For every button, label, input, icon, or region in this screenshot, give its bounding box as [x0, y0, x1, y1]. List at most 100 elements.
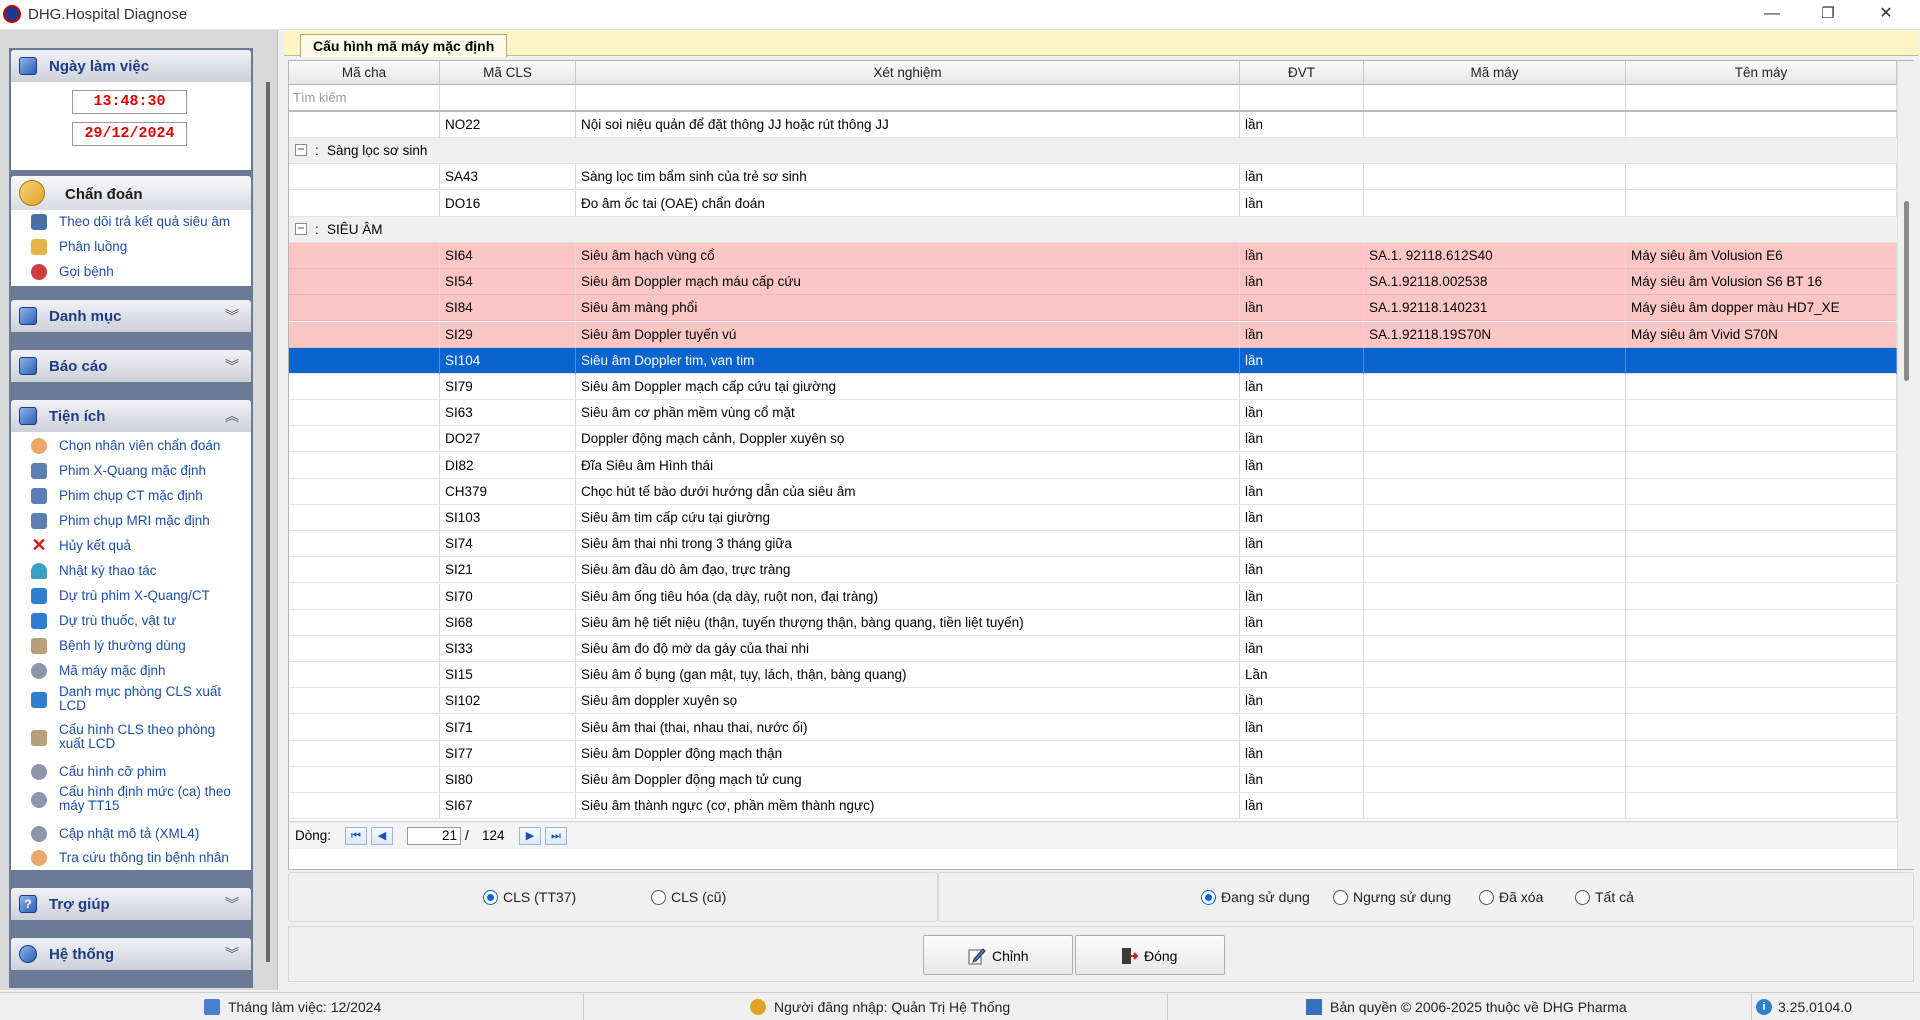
nav-common-diseases[interactable]: Bệnh lý thường dùng — [11, 634, 251, 658]
minimize-button[interactable]: — — [1744, 0, 1800, 30]
table-row[interactable]: SI70 Siêu âm ống tiêu hóa (dạ dày, ruột n… — [289, 583, 1897, 610]
nav-activity-log[interactable]: Nhật ký thao tác — [11, 559, 251, 583]
nav-call-patient[interactable]: Gọi bệnh — [11, 260, 251, 284]
cell-machine-name[interactable] — [1626, 714, 1897, 741]
tab-default-machine-config[interactable]: Cấu hình mã máy mặc định — [300, 34, 508, 57]
cell-parent-code[interactable] — [305, 190, 440, 217]
cell-unit[interactable]: lần — [1240, 636, 1364, 662]
cell-unit[interactable]: lần — [1240, 164, 1364, 191]
cell-unit[interactable]: lần — [1240, 688, 1364, 715]
first-page-button[interactable]: ⏮ — [345, 827, 367, 845]
cell-machine-name[interactable] — [1626, 452, 1897, 479]
cell-unit[interactable]: lần — [1240, 347, 1364, 374]
col-unit[interactable]: ĐVT — [1240, 61, 1364, 85]
cell-machine-name[interactable] — [1626, 374, 1897, 400]
search-input[interactable]: Tìm kiếm — [289, 85, 440, 110]
cell-unit[interactable]: lần — [1240, 531, 1364, 558]
cell-machine-name[interactable] — [1626, 688, 1897, 715]
group-catalog[interactable]: Danh mục ︾ — [11, 300, 251, 332]
table-row[interactable]: NO22 Nội soi niệu quản để đặt thông JJ ho… — [289, 112, 1897, 138]
cell-cls-code[interactable]: SA43 — [440, 164, 576, 191]
table-row[interactable]: SI67 Siêu âm thành ngực (cơ, phần mềm thà… — [289, 793, 1897, 819]
cell-unit[interactable]: lần — [1240, 452, 1364, 479]
cell-test-name[interactable]: Siêu âm hạch vùng cổ — [576, 243, 1240, 269]
cell-parent-code[interactable] — [305, 531, 440, 558]
cell-unit[interactable]: lần — [1240, 767, 1364, 793]
table-row[interactable]: SI15 Siêu âm ổ bụng (gan mật, tụy, lách, … — [289, 662, 1897, 689]
cell-parent-code[interactable] — [305, 426, 440, 453]
scrollbar-thumb[interactable] — [1904, 201, 1909, 381]
nav-reserve-film[interactable]: Dự trù phim X-Quang/CT — [11, 584, 251, 608]
cell-machine-name[interactable]: Máy siêu âm Volusion S6 BT 16 — [1626, 269, 1897, 296]
cell-cls-code[interactable]: DO27 — [440, 426, 576, 453]
cell-machine-code[interactable]: SA.1.92118.19S70N — [1364, 321, 1626, 348]
cell-parent-code[interactable] — [305, 452, 440, 479]
nav-cls-config-lcd[interactable]: Cấu hình CLS theo phòng xuất LCD — [11, 722, 251, 756]
cell-machine-name[interactable] — [1626, 426, 1897, 453]
filter-machine-code[interactable] — [1364, 85, 1626, 110]
cell-machine-name[interactable]: Máy siêu âm Vivid S70N — [1626, 321, 1897, 348]
prev-page-button[interactable]: ◀ — [371, 827, 393, 845]
last-page-button[interactable]: ⏭ — [545, 827, 567, 845]
cell-parent-code[interactable] — [305, 374, 440, 400]
group-diagnosis[interactable]: Chẩn đoán — [11, 176, 251, 210]
cell-test-name[interactable]: Siêu âm màng phổi — [576, 295, 1240, 322]
cell-parent-code[interactable] — [305, 557, 440, 584]
cell-cls-code[interactable]: SI71 — [440, 714, 576, 741]
cell-parent-code[interactable] — [305, 164, 440, 191]
cell-machine-code[interactable]: SA.1. 92118.612S40 — [1364, 243, 1626, 269]
cell-unit[interactable]: lần — [1240, 269, 1364, 296]
cell-unit[interactable]: lần — [1240, 505, 1364, 531]
cell-machine-code[interactable] — [1364, 452, 1626, 479]
table-row[interactable]: SI74 Siêu âm thai nhi trong 3 tháng giữa l… — [289, 531, 1897, 558]
cell-parent-code[interactable] — [305, 400, 440, 427]
nav-reserve-drugs[interactable]: Dự trù thuốc, vật tư — [11, 609, 251, 633]
table-row[interactable]: SI54 Siêu âm Doppler mạch máu cấp cứu lần S… — [289, 269, 1897, 296]
cell-machine-code[interactable] — [1364, 531, 1626, 558]
cell-test-name[interactable]: Siêu âm tim cấp cứu tại giường — [576, 505, 1240, 531]
cell-test-name[interactable]: Doppler động mạch cảnh, Doppler xuyên sọ — [576, 426, 1240, 453]
group-row[interactable]: −: Sàng lọc sơ sinh — [289, 138, 1897, 165]
cell-parent-code[interactable] — [305, 478, 440, 505]
cell-machine-name[interactable] — [1626, 740, 1897, 767]
table-row[interactable]: SI102 Siêu âm doppler xuyên sọ lần — [289, 688, 1897, 715]
cell-test-name[interactable]: Siêu âm Doppler tuyến vú — [576, 321, 1240, 348]
group-utilities[interactable]: Tiện ích ︽ — [11, 400, 251, 432]
cell-parent-code[interactable] — [305, 636, 440, 662]
close-window-button[interactable]: ✕ — [1858, 0, 1914, 30]
cell-cls-code[interactable]: NO22 — [440, 112, 576, 138]
cell-machine-code[interactable] — [1364, 505, 1626, 531]
cell-test-name[interactable]: Siêu âm Doppler mạch cấp cứu tại giường — [576, 374, 1240, 400]
collapse-icon[interactable]: − — [295, 222, 307, 235]
cell-machine-name[interactable]: Máy siêu âm Volusion E6 — [1626, 243, 1897, 269]
cell-test-name[interactable]: Siêu âm thai (thai, nhau thai, nước ối) — [576, 714, 1240, 741]
cell-machine-name[interactable] — [1626, 767, 1897, 793]
table-row[interactable]: SA43 Sàng lọc tim bẩm sinh của trẻ sơ sin… — [289, 164, 1897, 191]
cell-unit[interactable]: lần — [1240, 793, 1364, 819]
cell-machine-name[interactable] — [1626, 557, 1897, 584]
cell-machine-code[interactable] — [1364, 583, 1626, 610]
cell-unit[interactable]: lần — [1240, 714, 1364, 741]
filter-cls-code[interactable] — [440, 85, 576, 110]
cell-parent-code[interactable] — [305, 505, 440, 531]
group-report[interactable]: Báo cáo ︾ — [11, 350, 251, 382]
restore-button[interactable]: ❐ — [1800, 0, 1856, 30]
cell-cls-code[interactable]: SI29 — [440, 321, 576, 348]
cell-unit[interactable]: lần — [1240, 400, 1364, 427]
cell-parent-code[interactable] — [305, 269, 440, 296]
cell-machine-code[interactable] — [1364, 112, 1626, 138]
cell-test-name[interactable]: Siêu âm cơ phần mềm vùng cổ mặt — [576, 400, 1240, 427]
cell-test-name[interactable]: Đĩa Siêu âm Hình thái — [576, 452, 1240, 479]
cell-test-name[interactable]: Đo âm ốc tai (OAE) chẩn đoán — [576, 190, 1240, 217]
cell-unit[interactable]: lần — [1240, 321, 1364, 348]
cell-cls-code[interactable]: SI54 — [440, 269, 576, 296]
sidebar-splitter[interactable] — [266, 82, 270, 962]
table-row[interactable]: SI21 Siêu âm đầu dò âm đạo, trực tràng lần — [289, 557, 1897, 584]
cell-test-name[interactable]: Siêu âm hệ tiết niệu (thận, tuyến thượng… — [576, 609, 1240, 636]
cell-cls-code[interactable]: SI64 — [440, 243, 576, 269]
cell-test-name[interactable]: Siêu âm thành ngực (cơ, phần mềm thành n… — [576, 793, 1240, 819]
cell-machine-code[interactable] — [1364, 347, 1626, 374]
table-row-selected[interactable]: SI104 Siêu âm Doppler tim, van tim lần — [289, 347, 1897, 374]
cell-test-name[interactable]: Siêu âm doppler xuyên sọ — [576, 688, 1240, 715]
row-number-input[interactable]: 21 — [407, 827, 461, 845]
